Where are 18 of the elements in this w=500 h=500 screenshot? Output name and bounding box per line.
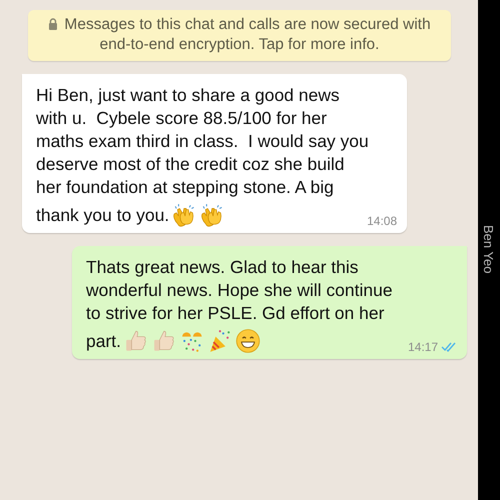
- message-bubble[interactable]: [22, 74, 407, 233]
- message-line: deserve most of the credit coz she build: [36, 153, 344, 176]
- message-line: Hi Ben, just want to share a good news: [36, 84, 340, 107]
- message-line: thank you to you.: [36, 204, 170, 226]
- encryption-notice[interactable]: Messages to this chat and calls are now secured with end-to-end encryption. Tap for more info.: [28, 10, 451, 61]
- message-bubble[interactable]: Thats great news. Glad to hear this wonderful news. Hope she will continue to strive for her PSLE. Gd effort on her part. 14:17: [72, 246, 467, 359]
- grinning-emoji-icon: [235, 328, 262, 354]
- message-line: with u. Cybele score 88.5/100 for her: [36, 107, 327, 130]
- message-time: 14:08: [366, 214, 397, 228]
- message-line: maths exam third in class. I would say you: [36, 130, 369, 153]
- message-line: her foundation at stepping stone. A big: [36, 176, 334, 199]
- message-line: to strive for her PSLE. Gd effort on her: [86, 302, 384, 325]
- message-time: 14:17: [408, 340, 438, 354]
- message-line: Thats great news. Glad to hear this: [86, 256, 358, 279]
- message-line: part.: [86, 330, 122, 352]
- contact-name: Ben Yeo: [481, 225, 496, 274]
- lock-icon: [48, 18, 58, 30]
- message-line: wonderful news. Hope she will continue: [86, 279, 392, 302]
